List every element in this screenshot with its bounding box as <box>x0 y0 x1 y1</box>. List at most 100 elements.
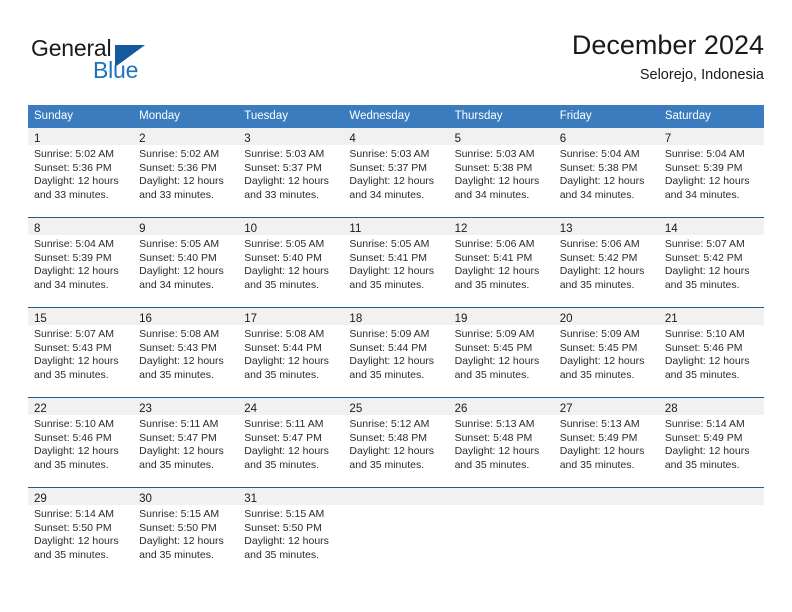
day-number-band: 4 <box>343 128 449 145</box>
sunrise-text: Sunrise: 5:08 AM <box>244 328 325 340</box>
day-number-band: 1 <box>28 128 134 145</box>
calendar-page: General Blue December 2024 Selorejo, Ind… <box>0 0 792 612</box>
sunset-text: Sunset: 5:47 PM <box>244 431 322 444</box>
daylight-text-line2: and 35 minutes. <box>34 548 109 561</box>
day-details: Sunrise: 5:09 AM Sunset: 5:45 PM Dayligh… <box>554 325 659 382</box>
day-details: Sunrise: 5:06 AM Sunset: 5:42 PM Dayligh… <box>554 235 659 292</box>
sunrise-text: Sunrise: 5:02 AM <box>34 148 114 160</box>
daylight-text-line1: Daylight: 12 hours <box>559 265 645 278</box>
day-cell[interactable]: 12 Sunrise: 5:06 AM Sunset: 5:41 PM Dayl… <box>448 218 554 307</box>
sunrise-text: Sunrise: 5:14 AM <box>34 508 114 520</box>
day-details: Sunrise: 5:14 AM Sunset: 5:50 PM Dayligh… <box>28 505 133 562</box>
week-row: 15 Sunrise: 5:07 AM Sunset: 5:43 PM Dayl… <box>28 307 764 397</box>
generalblue-logo[interactable]: General Blue <box>31 35 221 93</box>
sunrise-text: Sunrise: 5:10 AM <box>34 418 114 430</box>
daylight-text-line1: Daylight: 12 hours <box>139 265 224 278</box>
sunrise-text: Sunrise: 5:05 AM <box>139 238 220 250</box>
day-cell[interactable]: 29 Sunrise: 5:14 AM Sunset: 5:50 PM Dayl… <box>28 488 134 577</box>
day-cell[interactable]: 22 Sunrise: 5:10 AM Sunset: 5:46 PM Dayl… <box>28 398 134 487</box>
day-cell[interactable]: 19 Sunrise: 5:09 AM Sunset: 5:45 PM Dayl… <box>448 308 554 397</box>
sunset-text: Sunset: 5:45 PM <box>559 341 638 354</box>
day-cell[interactable]: 13 Sunrise: 5:06 AM Sunset: 5:42 PM Dayl… <box>553 218 659 307</box>
day-cell[interactable]: 21 Sunrise: 5:10 AM Sunset: 5:46 PM Dayl… <box>658 308 764 397</box>
sunrise-text: Sunrise: 5:03 AM <box>349 148 430 160</box>
day-cell[interactable]: 2 Sunrise: 5:02 AM Sunset: 5:36 PM Dayli… <box>133 128 239 217</box>
day-cell[interactable]: 30 Sunrise: 5:15 AM Sunset: 5:50 PM Dayl… <box>133 488 239 577</box>
day-cell[interactable]: 20 Sunrise: 5:09 AM Sunset: 5:45 PM Dayl… <box>553 308 659 397</box>
sunset-text: Sunset: 5:41 PM <box>349 251 428 264</box>
day-cell[interactable]: 27 Sunrise: 5:13 AM Sunset: 5:49 PM Dayl… <box>553 398 659 487</box>
daylight-text-line1: Daylight: 12 hours <box>139 355 224 368</box>
week-row: 29 Sunrise: 5:14 AM Sunset: 5:50 PM Dayl… <box>28 487 764 577</box>
day-number: 28 <box>664 403 678 415</box>
day-cell[interactable]: 25 Sunrise: 5:12 AM Sunset: 5:48 PM Dayl… <box>343 398 449 487</box>
sunrise-text: Sunrise: 5:11 AM <box>139 418 219 430</box>
day-details: Sunrise: 5:02 AM Sunset: 5:36 PM Dayligh… <box>28 145 133 202</box>
day-cell[interactable]: 14 Sunrise: 5:07 AM Sunset: 5:42 PM Dayl… <box>658 218 764 307</box>
daylight-text-line2: and 35 minutes. <box>454 368 530 381</box>
daylight-text-line2: and 34 minutes. <box>454 188 530 201</box>
day-details: Sunrise: 5:11 AM Sunset: 5:47 PM Dayligh… <box>133 415 238 472</box>
day-number-band <box>553 488 659 505</box>
weekday-header-thursday: Thursday <box>454 110 503 122</box>
daylight-text-line2: and 35 minutes. <box>34 368 109 381</box>
day-cell[interactable]: 24 Sunrise: 5:11 AM Sunset: 5:47 PM Dayl… <box>238 398 344 487</box>
day-number-band: 25 <box>343 398 449 415</box>
day-cell[interactable]: 16 Sunrise: 5:08 AM Sunset: 5:43 PM Dayl… <box>133 308 239 397</box>
day-cell[interactable]: 9 Sunrise: 5:05 AM Sunset: 5:40 PM Dayli… <box>133 218 239 307</box>
daylight-text-line1: Daylight: 12 hours <box>454 355 540 368</box>
page-title: December 2024 <box>571 30 764 60</box>
sunset-text: Sunset: 5:38 PM <box>559 161 638 174</box>
sunset-text: Sunset: 5:48 PM <box>454 431 533 444</box>
sunrise-text: Sunrise: 5:09 AM <box>559 328 640 340</box>
day-number-band: 26 <box>448 398 554 415</box>
day-number: 9 <box>139 223 146 235</box>
day-cell[interactable]: 15 Sunrise: 5:07 AM Sunset: 5:43 PM Dayl… <box>28 308 134 397</box>
day-cell[interactable]: 7 Sunrise: 5:04 AM Sunset: 5:39 PM Dayli… <box>658 128 764 217</box>
daylight-text-line1: Daylight: 12 hours <box>139 445 224 458</box>
day-cell[interactable]: 4 Sunrise: 5:03 AM Sunset: 5:37 PM Dayli… <box>343 128 449 217</box>
day-cell[interactable]: 23 Sunrise: 5:11 AM Sunset: 5:47 PM Dayl… <box>133 398 239 487</box>
sunrise-text: Sunrise: 5:03 AM <box>244 148 325 160</box>
day-cell[interactable]: 5 Sunrise: 5:03 AM Sunset: 5:38 PM Dayli… <box>448 128 554 217</box>
day-number: 6 <box>559 133 567 145</box>
day-number-band: 19 <box>448 308 554 325</box>
day-cell[interactable]: 26 Sunrise: 5:13 AM Sunset: 5:48 PM Dayl… <box>448 398 554 487</box>
sunset-text: Sunset: 5:49 PM <box>664 431 743 444</box>
day-cell[interactable]: 28 Sunrise: 5:14 AM Sunset: 5:49 PM Dayl… <box>658 398 764 487</box>
daylight-text-line2: and 35 minutes. <box>559 458 635 471</box>
sunset-text: Sunset: 5:37 PM <box>244 161 322 174</box>
day-cell[interactable]: 3 Sunrise: 5:03 AM Sunset: 5:37 PM Dayli… <box>238 128 344 217</box>
day-cell[interactable]: 31 Sunrise: 5:15 AM Sunset: 5:50 PM Dayl… <box>238 488 344 577</box>
sunset-text: Sunset: 5:42 PM <box>559 251 638 264</box>
day-cell[interactable]: 11 Sunrise: 5:05 AM Sunset: 5:41 PM Dayl… <box>343 218 449 307</box>
day-number: 30 <box>139 493 152 505</box>
day-number: 14 <box>664 223 678 235</box>
day-cell[interactable]: 1 Sunrise: 5:02 AM Sunset: 5:36 PM Dayli… <box>28 128 134 217</box>
sunrise-text: Sunrise: 5:13 AM <box>559 418 640 430</box>
day-details: Sunrise: 5:04 AM Sunset: 5:39 PM Dayligh… <box>659 145 764 202</box>
daylight-text-line1: Daylight: 12 hours <box>139 175 224 188</box>
day-cell[interactable]: 6 Sunrise: 5:04 AM Sunset: 5:38 PM Dayli… <box>553 128 659 217</box>
daylight-text-line2: and 35 minutes. <box>559 368 635 381</box>
day-number: 2 <box>139 133 146 145</box>
sunrise-text: Sunrise: 5:08 AM <box>139 328 220 340</box>
day-details: Sunrise: 5:14 AM Sunset: 5:49 PM Dayligh… <box>659 415 764 472</box>
day-cell[interactable]: 10 Sunrise: 5:05 AM Sunset: 5:40 PM Dayl… <box>238 218 344 307</box>
daylight-text-line1: Daylight: 12 hours <box>664 175 750 188</box>
daylight-text-line1: Daylight: 12 hours <box>454 445 540 458</box>
day-cell[interactable]: 17 Sunrise: 5:08 AM Sunset: 5:44 PM Dayl… <box>238 308 344 397</box>
day-number-band <box>343 488 449 505</box>
weekday-header-tuesday: Tuesday <box>244 110 288 122</box>
sunrise-text: Sunrise: 5:15 AM <box>139 508 220 520</box>
sunset-text: Sunset: 5:44 PM <box>244 341 322 354</box>
daylight-text-line2: and 35 minutes. <box>244 278 319 291</box>
day-cell[interactable]: 8 Sunrise: 5:04 AM Sunset: 5:39 PM Dayli… <box>28 218 134 307</box>
daylight-text-line2: and 34 minutes. <box>664 188 740 201</box>
sunset-text: Sunset: 5:36 PM <box>139 161 217 174</box>
daylight-text-line2: and 34 minutes. <box>559 188 635 201</box>
day-details: Sunrise: 5:02 AM Sunset: 5:36 PM Dayligh… <box>133 145 238 202</box>
day-number-band: 24 <box>238 398 344 415</box>
sunrise-text: Sunrise: 5:09 AM <box>349 328 430 340</box>
day-cell[interactable]: 18 Sunrise: 5:09 AM Sunset: 5:44 PM Dayl… <box>343 308 449 397</box>
